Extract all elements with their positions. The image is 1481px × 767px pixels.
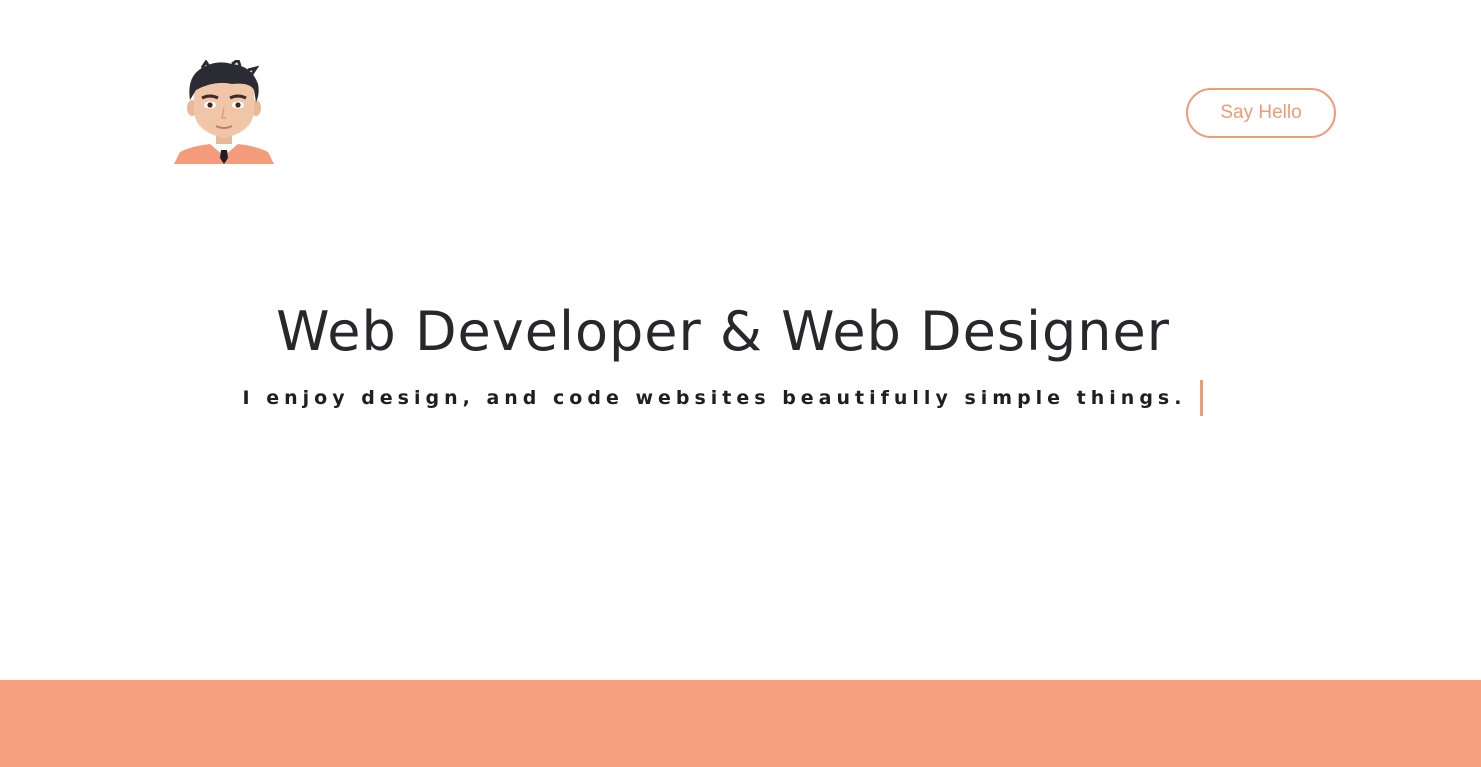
say-hello-button[interactable]: Say Hello [1186, 88, 1336, 138]
hero-subtitle-row: I enjoy design, and code websites beauti… [0, 380, 1446, 416]
avatar-icon[interactable] [172, 60, 276, 164]
page: Say Hello Web Developer & Web Designer I… [0, 0, 1481, 767]
hero-subtitle: I enjoy design, and code websites beauti… [242, 387, 1187, 409]
footer-band [0, 680, 1481, 767]
hero-title: Web Developer & Web Designer [276, 300, 1170, 363]
typing-cursor [1200, 380, 1204, 416]
